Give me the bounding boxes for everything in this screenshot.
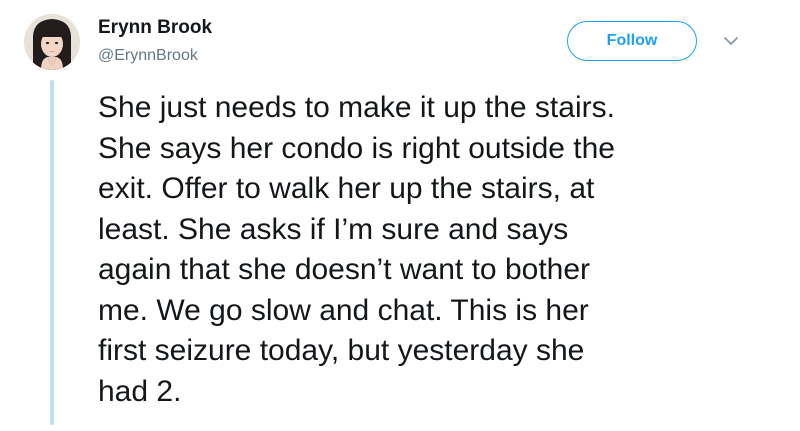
thread-connector-line: [50, 80, 54, 425]
author-handle[interactable]: @ErynnBrook: [98, 47, 198, 65]
tweet-text: She just needs to make it up the stairs.…: [98, 88, 788, 412]
tweet-card: Erynn Brook @ErynnBrook Follow She just …: [0, 0, 800, 431]
avatar-image: [24, 14, 80, 70]
tweet-text-line: She says her condo is right outside the: [98, 131, 615, 165]
tweet-text-line: first seizure today, but yesterday she: [98, 334, 585, 367]
tweet-text-line: She just needs to make it up the stairs.: [98, 91, 615, 124]
avatar[interactable]: [24, 14, 80, 70]
tweet-text-line: least. She asks if I’m sure and says: [98, 212, 569, 246]
tweet-text-line: again that she doesn’t want to bother: [98, 253, 591, 286]
author-display-name[interactable]: Erynn Brook: [98, 17, 212, 39]
tweet-text-line: me. We go slow and chat. This is her: [98, 293, 589, 327]
tweet-text-line: exit. Offer to walk her up the stairs, a…: [98, 172, 595, 205]
chevron-down-icon[interactable]: [722, 34, 740, 48]
follow-button[interactable]: Follow: [567, 21, 697, 61]
tweet-text-line: had 2.: [98, 374, 182, 408]
